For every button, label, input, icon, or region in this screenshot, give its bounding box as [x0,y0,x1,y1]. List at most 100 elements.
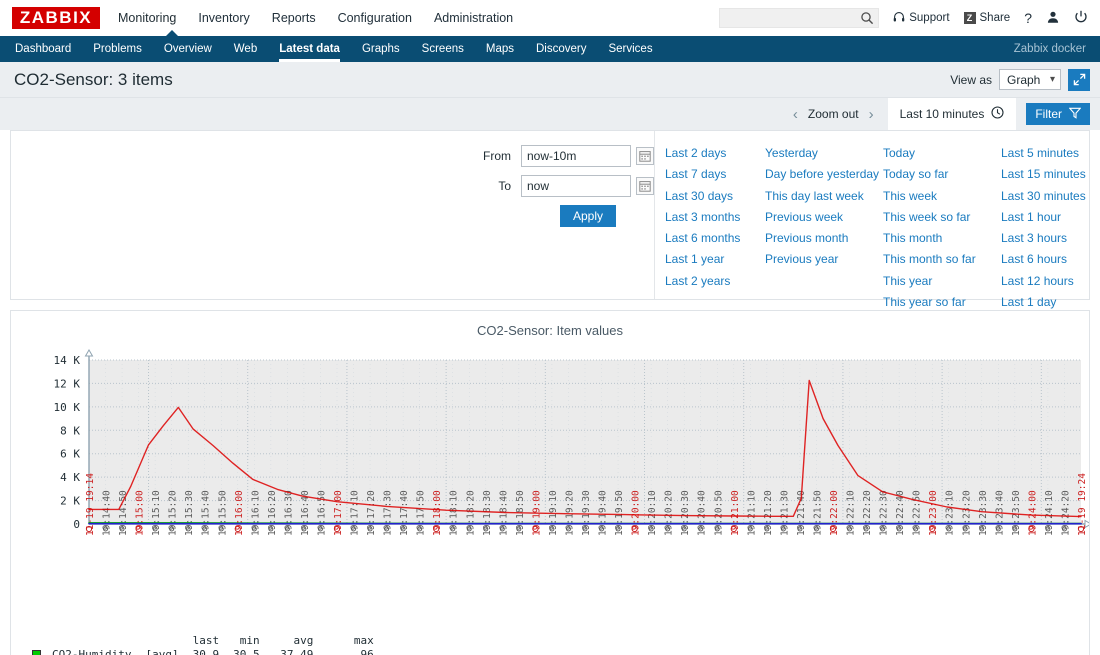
svg-text:19:21:50: 19:21:50 [812,490,823,536]
svg-text:19:21:30: 19:21:30 [779,490,790,536]
svg-text:19:20:50: 19:20:50 [713,490,724,536]
quick-range-last-2-years[interactable]: Last 2 years [665,271,765,292]
svg-text:19:23:30: 19:23:30 [978,490,989,536]
search-box[interactable] [719,8,880,28]
quick-range-this-year-so-far[interactable]: This year so far [883,292,1001,313]
svg-text:19:24:00: 19:24:00 [1027,490,1038,536]
user-icon[interactable] [1046,10,1060,27]
quick-range-last-3-months[interactable]: Last 3 months [665,207,765,228]
svg-text:19:22:30: 19:22:30 [879,490,890,536]
svg-text:19:15:10: 19:15:10 [151,490,162,536]
quick-range-today-so-far[interactable]: Today so far [883,164,1001,185]
legend-header-cell: avg [293,634,314,647]
legend-max-value: 96 [360,648,374,655]
svg-text:11-19 19:24: 11-19 19:24 [1077,473,1088,536]
quick-range-previous-year[interactable]: Previous year [765,249,883,270]
quick-range-last-2-days[interactable]: Last 2 days [665,143,765,164]
support-label: Support [909,12,950,24]
quick-range-this-day-last-week[interactable]: This day last week [765,186,883,207]
time-next-button[interactable]: › [859,106,884,123]
svg-text:19:15:40: 19:15:40 [201,490,212,536]
svg-text:19:20:40: 19:20:40 [697,490,708,536]
sidebar-item-dashboard[interactable]: Dashboard [4,36,82,62]
quick-range-last-7-days[interactable]: Last 7 days [665,164,765,185]
svg-text:19:24:20: 19:24:20 [1060,490,1071,536]
kiosk-mode-button[interactable] [1068,68,1090,91]
legend-header-cell [25,634,48,648]
quick-range-day-before-yesterday[interactable]: Day before yesterday [765,164,883,185]
apply-button[interactable]: Apply [559,205,616,227]
sidebar-item-discovery[interactable]: Discovery [525,36,597,62]
nav-item-reports[interactable]: Reports [272,0,316,36]
chart-area[interactable]: 0 2 K 4 K 6 K 8 K 10 K 12 K 14 K 19:14:40 19:14:5… [11,344,1089,634]
nav-item-inventory[interactable]: Inventory [198,0,249,36]
chevron-down-icon: ▾ [1049,74,1055,85]
share-link[interactable]: Z Share [963,12,1010,24]
svg-text:19:24:10: 19:24:10 [1044,490,1055,536]
to-calendar-icon[interactable] [636,177,654,195]
quick-range-last-1-year[interactable]: Last 1 year [665,249,765,270]
svg-text:19:23:20: 19:23:20 [961,490,972,536]
view-as-select[interactable]: Graph ▾ [999,69,1061,90]
svg-text:10 K: 10 K [54,401,81,414]
sidebar-item-screens[interactable]: Screens [411,36,475,62]
sidebar-item-services[interactable]: Services [597,36,663,62]
quick-range-this-week-so-far[interactable]: This week so far [883,207,1001,228]
item-values-chart[interactable]: 0 2 K 4 K 6 K 8 K 10 K 12 K 14 K 19:14:40 19:14:5… [11,344,1089,594]
quick-range-last-12-hours[interactable]: Last 12 hours [1001,271,1100,292]
quick-range-previous-week[interactable]: Previous week [765,207,883,228]
quick-range-column-4: Last 5 minutes Last 15 minutes Last 30 m… [1001,143,1100,309]
sidebar-item-problems[interactable]: Problems [82,36,153,62]
graph-panel: CO2-Sensor: Item values 0 2 K 4 K 6 K 8 K 10 … [10,310,1090,655]
svg-text:19:21:10: 19:21:10 [746,490,757,536]
quick-range-this-year[interactable]: This year [883,271,1001,292]
legend-header-cell: min [239,634,260,647]
quick-range-yesterday[interactable]: Yesterday [765,143,883,164]
filter-form: From To Apply [11,131,654,299]
quick-range-last-30-days[interactable]: Last 30 days [665,186,765,207]
header-actions: Support Z Share ? [719,8,1088,28]
help-link[interactable]: ? [1024,10,1032,26]
from-input[interactable] [521,145,631,167]
svg-text:19:22:00: 19:22:00 [829,490,840,536]
nav-item-administration[interactable]: Administration [434,0,513,36]
support-link[interactable]: Support [893,11,950,26]
quick-range-today[interactable]: Today [883,143,1001,164]
zoom-out-button[interactable]: Zoom out [808,107,859,121]
quick-range-last-3-hours[interactable]: Last 3 hours [1001,228,1100,249]
legend-header-cell [138,634,185,648]
svg-text:19:16:30: 19:16:30 [283,490,294,536]
sign-out-icon[interactable] [1074,10,1088,27]
nav-item-configuration[interactable]: Configuration [338,0,412,36]
from-calendar-icon[interactable] [636,147,654,165]
to-input[interactable] [521,175,631,197]
quick-range-this-month-so-far[interactable]: This month so far [883,249,1001,270]
quick-range-previous-month[interactable]: Previous month [765,228,883,249]
time-range-tab[interactable]: Last 10 minutes [887,98,1017,130]
legend-header-row: last min avg max [25,634,381,648]
quick-range-this-month[interactable]: This month [883,228,1001,249]
quick-range-last-15-minutes[interactable]: Last 15 minutes [1001,164,1100,185]
time-prev-button[interactable]: ‹ [783,106,808,123]
quick-range-last-6-months[interactable]: Last 6 months [665,228,765,249]
sidebar-item-overview[interactable]: Overview [153,36,223,62]
quick-range-last-6-hours[interactable]: Last 6 hours [1001,249,1100,270]
svg-text:19:22:50: 19:22:50 [912,490,923,536]
quick-range-last-1-hour[interactable]: Last 1 hour [1001,207,1100,228]
view-as-control: View as Graph ▾ [950,68,1090,91]
zabbix-logo[interactable]: ZABBIX [12,7,100,29]
quick-range-this-week[interactable]: This week [883,186,1001,207]
search-icon[interactable] [860,11,874,28]
svg-text:19:16:10: 19:16:10 [250,490,261,536]
quick-range-last-5-minutes[interactable]: Last 5 minutes [1001,143,1100,164]
search-input[interactable] [726,11,859,25]
sidebar-item-graphs[interactable]: Graphs [351,36,411,62]
quick-range-last-1-day[interactable]: Last 1 day [1001,292,1100,313]
filter-panel: From To Apply Last 2 days Last 7 days La… [10,130,1090,309]
clock-icon [991,106,1004,122]
filter-button[interactable]: Filter [1026,103,1090,125]
sidebar-item-maps[interactable]: Maps [475,36,525,62]
quick-range-last-30-minutes[interactable]: Last 30 minutes [1001,186,1100,207]
sidebar-item-web[interactable]: Web [223,36,268,62]
sidebar-item-latest-data[interactable]: Latest data [268,36,351,62]
